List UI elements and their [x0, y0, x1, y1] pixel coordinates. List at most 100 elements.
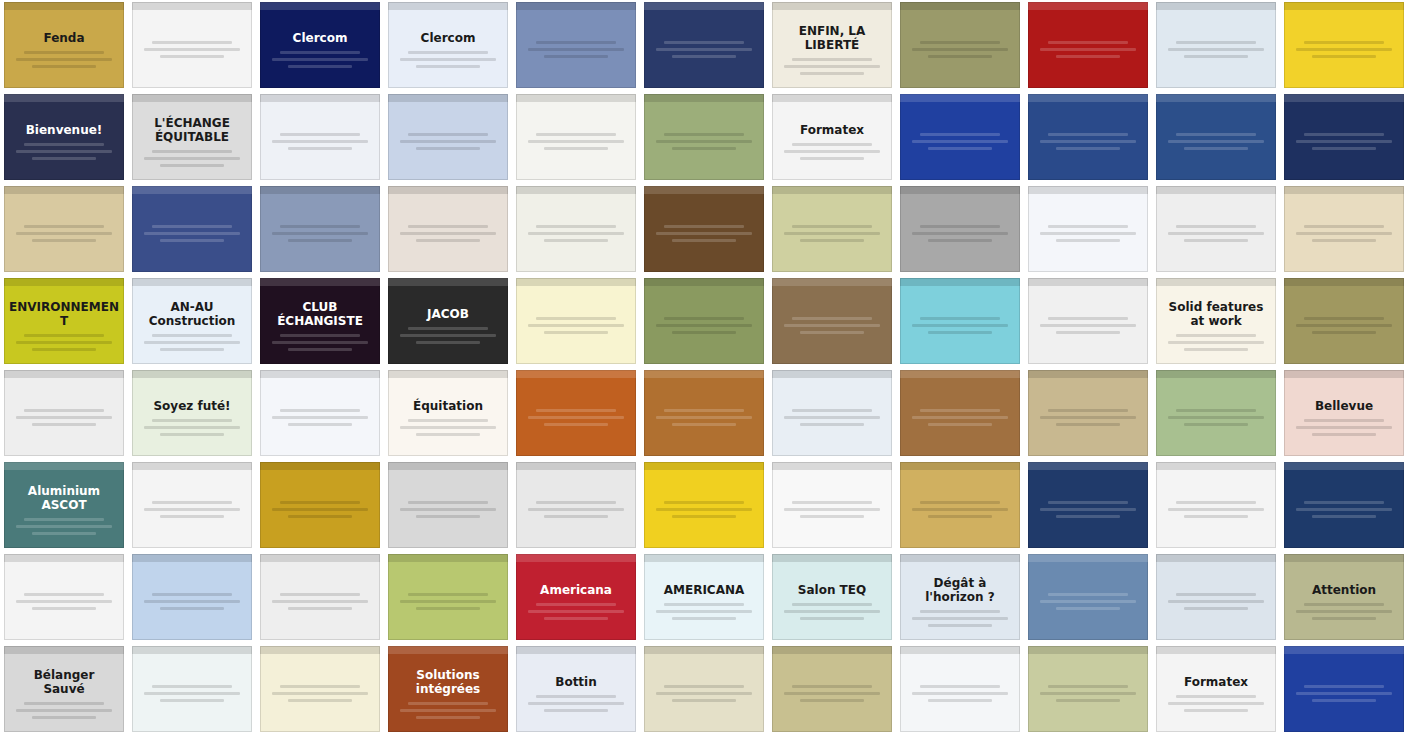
- website-thumbnail[interactable]: [1028, 94, 1148, 180]
- website-thumbnail[interactable]: [772, 186, 892, 272]
- website-thumbnail[interactable]: [900, 462, 1020, 548]
- website-thumbnail[interactable]: [644, 2, 764, 88]
- website-thumbnail[interactable]: [1028, 186, 1148, 272]
- website-thumbnail[interactable]: Salon TEQ: [772, 554, 892, 640]
- website-thumbnail[interactable]: JACOB: [388, 278, 508, 364]
- website-thumbnail[interactable]: [260, 462, 380, 548]
- website-thumbnail[interactable]: [4, 554, 124, 640]
- website-thumbnail[interactable]: CLUB ÉCHANGISTE: [260, 278, 380, 364]
- text-line: [920, 501, 1000, 504]
- website-thumbnail[interactable]: [772, 646, 892, 732]
- website-thumbnail[interactable]: [1284, 94, 1404, 180]
- website-thumbnail[interactable]: [132, 554, 252, 640]
- website-thumbnail[interactable]: [1284, 646, 1404, 732]
- website-thumbnail[interactable]: [772, 462, 892, 548]
- website-thumbnail[interactable]: [900, 2, 1020, 88]
- website-thumbnail[interactable]: [260, 94, 380, 180]
- website-thumbnail[interactable]: [1156, 2, 1276, 88]
- website-thumbnail[interactable]: [132, 2, 252, 88]
- website-thumbnail[interactable]: [516, 278, 636, 364]
- text-line: [528, 610, 624, 613]
- website-thumbnail[interactable]: [388, 186, 508, 272]
- text-line: [416, 65, 480, 68]
- website-thumbnail[interactable]: [1028, 554, 1148, 640]
- website-thumbnail[interactable]: AN-AU Construction: [132, 278, 252, 364]
- website-thumbnail[interactable]: Soyez futé!: [132, 370, 252, 456]
- website-thumbnail[interactable]: Dégât à l'horizon ?: [900, 554, 1020, 640]
- website-thumbnail[interactable]: [1284, 278, 1404, 364]
- website-thumbnail[interactable]: [4, 370, 124, 456]
- website-thumbnail[interactable]: Clercom: [388, 2, 508, 88]
- website-thumbnail[interactable]: Solutions intégrées: [388, 646, 508, 732]
- text-line: [1296, 232, 1392, 235]
- header-bar: [900, 278, 1020, 286]
- website-thumbnail[interactable]: [1156, 186, 1276, 272]
- website-thumbnail[interactable]: [260, 186, 380, 272]
- website-thumbnail[interactable]: Équitation: [388, 370, 508, 456]
- website-thumbnail[interactable]: [132, 462, 252, 548]
- website-thumbnail[interactable]: [1028, 2, 1148, 88]
- website-thumbnail[interactable]: [132, 186, 252, 272]
- website-thumbnail[interactable]: [1028, 278, 1148, 364]
- website-thumbnail[interactable]: [1028, 646, 1148, 732]
- website-thumbnail[interactable]: [900, 186, 1020, 272]
- page-body: [1284, 470, 1404, 548]
- website-thumbnail[interactable]: [516, 186, 636, 272]
- website-thumbnail[interactable]: [1028, 370, 1148, 456]
- website-thumbnail[interactable]: [516, 94, 636, 180]
- website-thumbnail[interactable]: Bienvenue!: [4, 94, 124, 180]
- website-thumbnail[interactable]: [900, 646, 1020, 732]
- website-thumbnail[interactable]: [1028, 462, 1148, 548]
- text-line: [792, 58, 872, 61]
- website-thumbnail[interactable]: [260, 370, 380, 456]
- website-thumbnail[interactable]: [772, 278, 892, 364]
- website-thumbnail[interactable]: [1284, 2, 1404, 88]
- header-bar: [1284, 554, 1404, 562]
- website-thumbnail[interactable]: [260, 646, 380, 732]
- website-thumbnail[interactable]: [644, 94, 764, 180]
- text-line: [672, 699, 736, 702]
- website-thumbnail[interactable]: [644, 462, 764, 548]
- website-thumbnail[interactable]: AMERICANA: [644, 554, 764, 640]
- website-thumbnail[interactable]: [388, 554, 508, 640]
- website-thumbnail[interactable]: Aluminium ASCOT: [4, 462, 124, 548]
- website-thumbnail[interactable]: [1156, 554, 1276, 640]
- website-thumbnail[interactable]: [516, 370, 636, 456]
- page-body: [388, 194, 508, 272]
- website-thumbnail[interactable]: Formatex: [1156, 646, 1276, 732]
- text-line: [664, 409, 744, 412]
- website-thumbnail[interactable]: [900, 370, 1020, 456]
- website-thumbnail[interactable]: Formatex: [772, 94, 892, 180]
- website-thumbnail[interactable]: [388, 94, 508, 180]
- website-thumbnail[interactable]: ENVIRONNEMENT: [4, 278, 124, 364]
- website-thumbnail[interactable]: [900, 278, 1020, 364]
- website-thumbnail[interactable]: Fenda: [4, 2, 124, 88]
- website-thumbnail[interactable]: L'ÉCHANGE ÉQUITABLE: [132, 94, 252, 180]
- website-thumbnail[interactable]: Americana: [516, 554, 636, 640]
- website-thumbnail[interactable]: Clercom: [260, 2, 380, 88]
- website-thumbnail[interactable]: Solid features at work: [1156, 278, 1276, 364]
- website-thumbnail[interactable]: ENFIN, LA LIBERTÉ: [772, 2, 892, 88]
- website-thumbnail[interactable]: Bélanger Sauvé: [4, 646, 124, 732]
- website-thumbnail[interactable]: Attention: [1284, 554, 1404, 640]
- website-thumbnail[interactable]: [1156, 370, 1276, 456]
- website-thumbnail[interactable]: [1156, 94, 1276, 180]
- website-thumbnail[interactable]: [644, 370, 764, 456]
- website-thumbnail[interactable]: [388, 462, 508, 548]
- text-line: [1176, 41, 1256, 44]
- website-thumbnail[interactable]: [1156, 462, 1276, 548]
- website-thumbnail[interactable]: [644, 278, 764, 364]
- website-thumbnail[interactable]: Bellevue: [1284, 370, 1404, 456]
- website-thumbnail[interactable]: [1284, 186, 1404, 272]
- website-thumbnail[interactable]: [132, 646, 252, 732]
- website-thumbnail[interactable]: Bottin: [516, 646, 636, 732]
- website-thumbnail[interactable]: [260, 554, 380, 640]
- website-thumbnail[interactable]: [4, 186, 124, 272]
- website-thumbnail[interactable]: [516, 2, 636, 88]
- website-thumbnail[interactable]: [900, 94, 1020, 180]
- website-thumbnail[interactable]: [772, 370, 892, 456]
- website-thumbnail[interactable]: [644, 186, 764, 272]
- website-thumbnail[interactable]: [1284, 462, 1404, 548]
- website-thumbnail[interactable]: [644, 646, 764, 732]
- website-thumbnail[interactable]: [516, 462, 636, 548]
